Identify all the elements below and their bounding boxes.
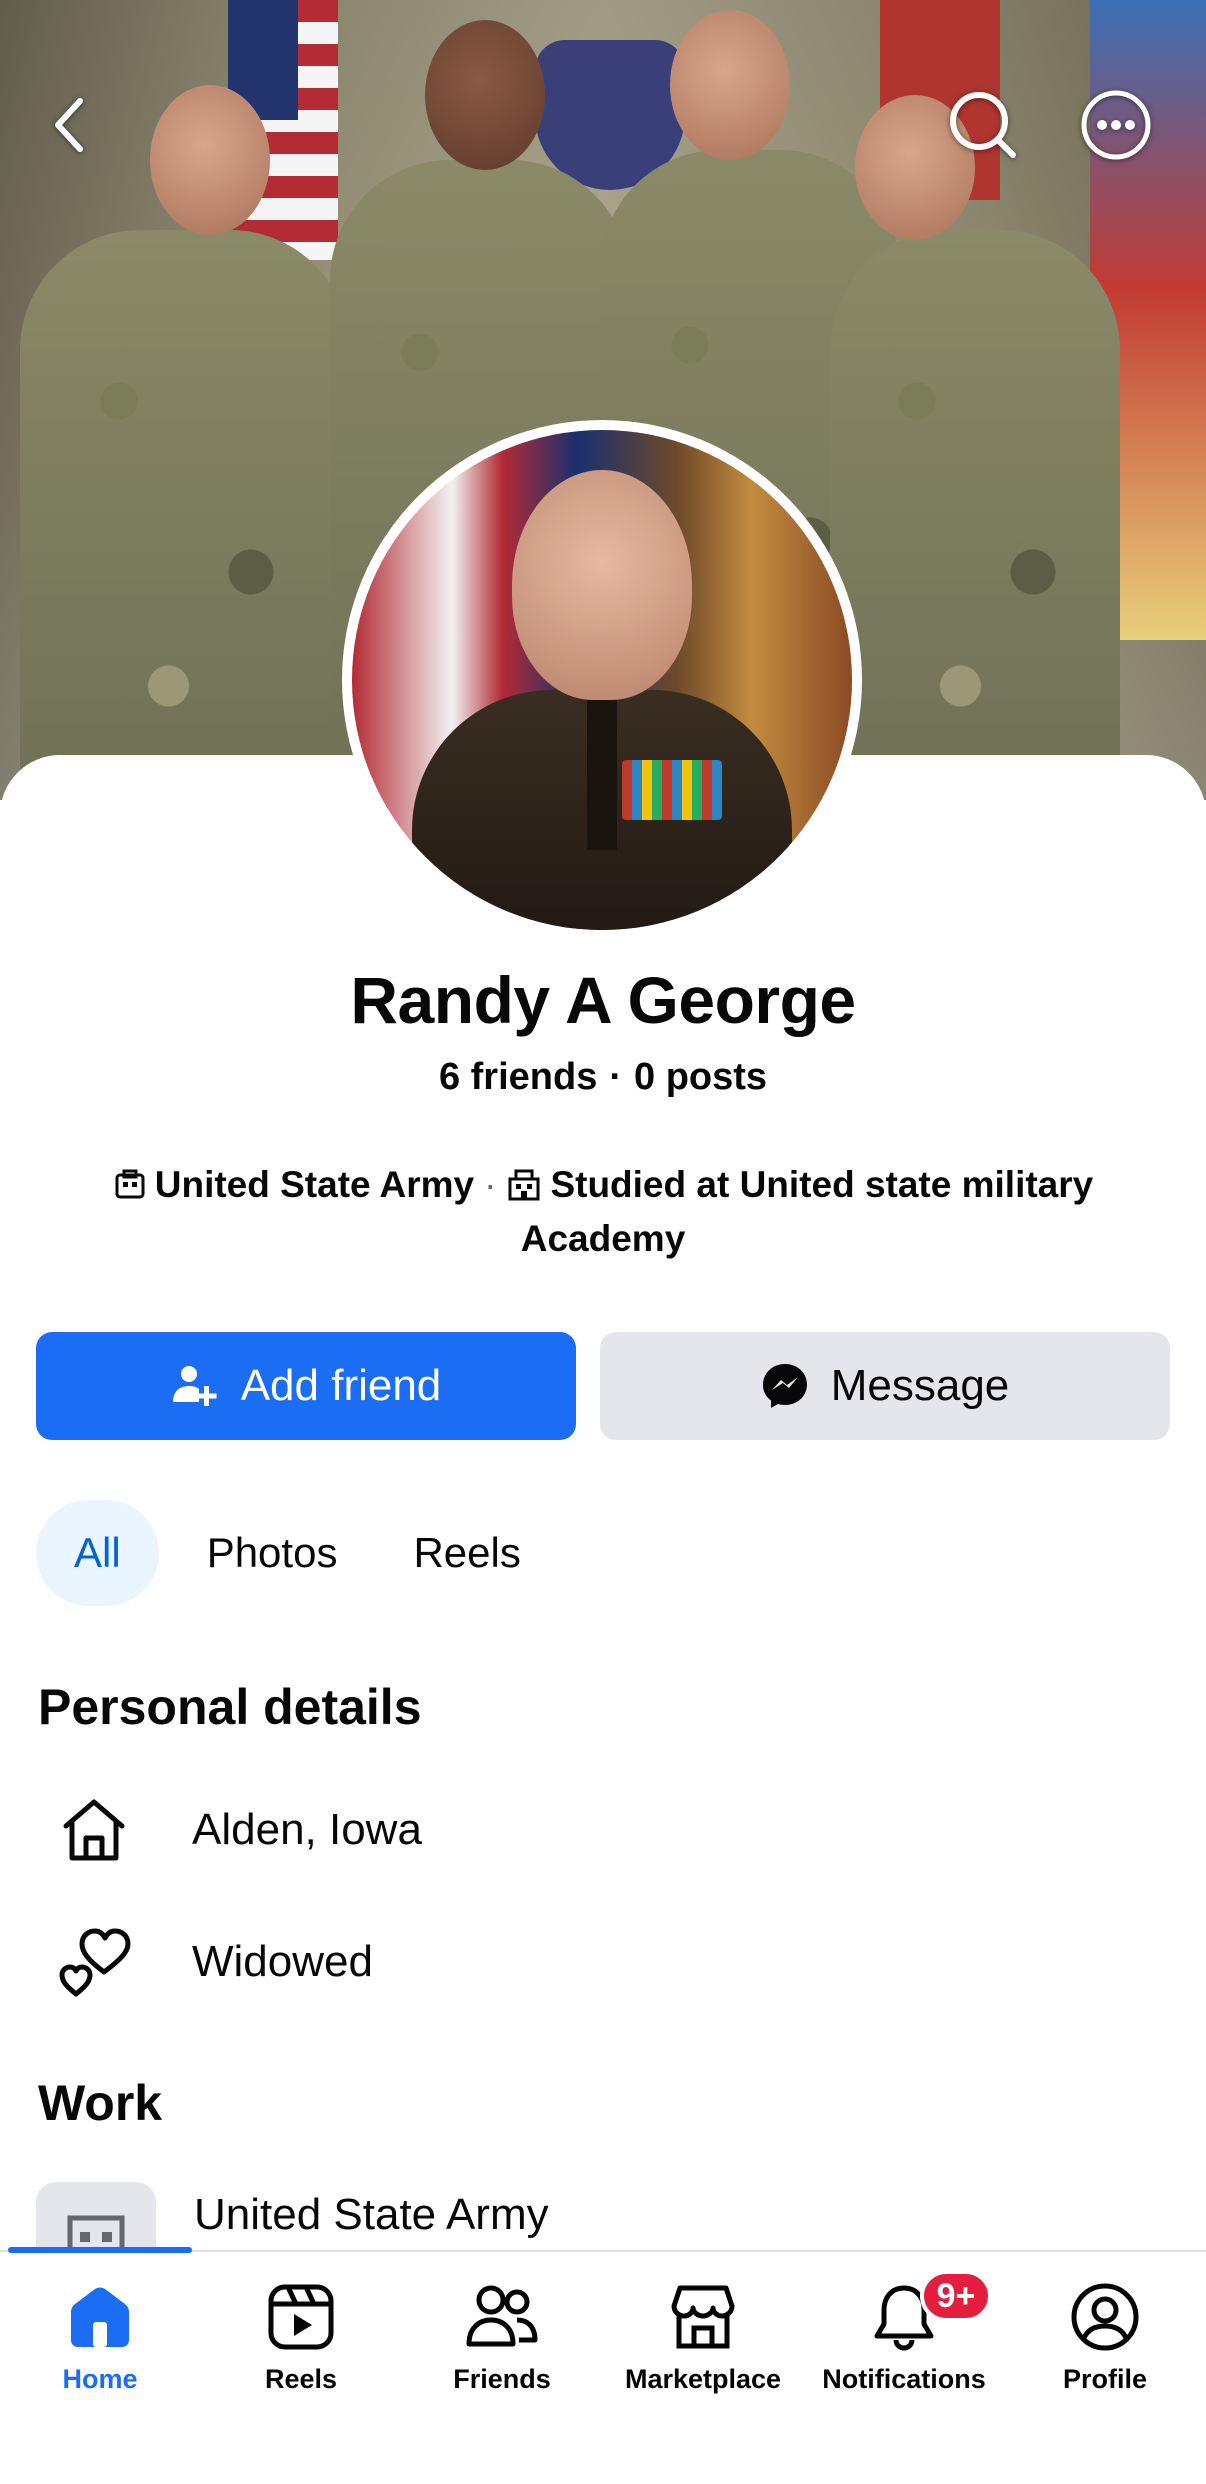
- chevron-left-icon: [55, 98, 83, 152]
- home-icon: [38, 1794, 158, 1866]
- work-title: Work: [38, 2075, 163, 2131]
- hearts-icon: [38, 1926, 158, 1998]
- avatar-face: [512, 470, 692, 700]
- intro-school[interactable]: Studied at United state military Academy: [521, 1164, 1094, 1259]
- add-friend-icon: [172, 1366, 217, 1406]
- nav-marketplace-label: Marketplace: [624, 2364, 782, 2394]
- tab-all[interactable]: All: [36, 1500, 159, 1606]
- avatar-ribbons: [622, 760, 722, 820]
- reels-icon: [268, 2284, 334, 2350]
- nav-friends[interactable]: Friends: [402, 2282, 602, 2395]
- soldier-2-head: [425, 20, 545, 170]
- nav-home[interactable]: Home: [0, 2282, 200, 2395]
- message-label: Message: [830, 1361, 1010, 1410]
- tab-photos[interactable]: Photos: [179, 1500, 366, 1606]
- soldier-4: [830, 230, 1120, 800]
- soldier-1-head: [150, 85, 270, 235]
- detail-hometown[interactable]: Alden, Iowa: [38, 1790, 422, 1870]
- search-icon: [950, 92, 1016, 158]
- intro-work[interactable]: United State Army: [155, 1164, 474, 1205]
- home-icon: [71, 2287, 129, 2347]
- more-button[interactable]: [1076, 85, 1156, 165]
- nav-reels-label: Reels: [264, 2364, 338, 2394]
- nav-notifications-label: Notifications: [822, 2364, 986, 2394]
- personal-details-title: Personal details: [38, 1679, 422, 1735]
- nav-notifications[interactable]: 9+ Notifications: [804, 2270, 1004, 2395]
- nav-marketplace[interactable]: Marketplace: [603, 2282, 803, 2395]
- more-horizontal-icon: [1081, 90, 1151, 160]
- message-button[interactable]: Message: [600, 1332, 1170, 1440]
- profile-tabs: All Photos Reels: [36, 1500, 569, 1606]
- stats-separator: ·: [609, 1056, 622, 1098]
- nav-active-indicator: [8, 2247, 192, 2253]
- detail-relationship[interactable]: Widowed: [38, 1922, 373, 2002]
- notifications-badge: 9+: [920, 2270, 992, 2322]
- work-text: United State Army: [194, 2190, 549, 2239]
- search-button[interactable]: [943, 85, 1023, 165]
- marketplace-icon: [671, 2285, 735, 2349]
- profile-icon: [1071, 2283, 1139, 2351]
- school-icon: [506, 1164, 542, 1214]
- soldier-1: [20, 230, 350, 800]
- work-item[interactable]: United State Army: [194, 2180, 549, 2250]
- nav-profile-label: Profile: [1062, 2364, 1148, 2394]
- soldier-3-head: [670, 10, 790, 160]
- nav-friends-label: Friends: [453, 2364, 551, 2394]
- add-friend-label: Add friend: [240, 1361, 442, 1410]
- briefcase-icon: [113, 1164, 147, 1214]
- profile-intro: United State Army · Studied at United stat…: [40, 1160, 1166, 1264]
- friends-icon: [466, 2285, 538, 2347]
- back-button[interactable]: [30, 85, 110, 165]
- bottom-nav: Home Reels Friends Marketplace 9+ Notifi…: [0, 2247, 1206, 2484]
- intro-separator: ·: [484, 1164, 497, 1205]
- nav-reels[interactable]: Reels: [201, 2282, 401, 2395]
- profile-picture[interactable]: [342, 420, 862, 940]
- nav-home-label: Home: [62, 2364, 138, 2394]
- profile-stats: 6 friends · 0 posts: [0, 1056, 1206, 1099]
- messenger-icon: [762, 1364, 807, 1408]
- avatar-tie: [587, 700, 617, 850]
- add-friend-button[interactable]: Add friend: [36, 1332, 576, 1440]
- posts-count: 0 posts: [634, 1056, 768, 1098]
- relationship-text: Widowed: [192, 1937, 373, 1986]
- friends-count[interactable]: 6 friends: [439, 1056, 597, 1098]
- avatar: [352, 430, 852, 930]
- profile-name: Randy A George: [350, 963, 856, 1037]
- hometown-text: Alden, Iowa: [192, 1805, 422, 1854]
- tab-reels[interactable]: Reels: [385, 1500, 548, 1606]
- nav-profile[interactable]: Profile: [1005, 2282, 1205, 2395]
